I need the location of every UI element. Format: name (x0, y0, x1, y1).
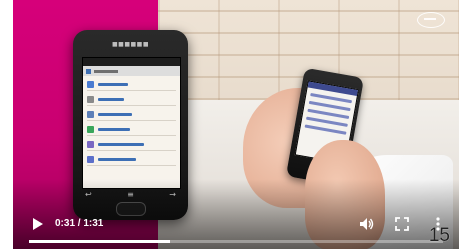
menu-item-label (98, 112, 132, 116)
screen-status-bar (83, 58, 180, 66)
menu-item-label (98, 142, 144, 146)
menu-item-label (98, 97, 124, 101)
menu-item-icon (87, 95, 94, 103)
progress-fill (29, 240, 170, 243)
app-icon (86, 68, 91, 74)
screen-title-bar (94, 69, 118, 73)
progress-bar[interactable] (29, 240, 443, 243)
menu-item-icon (87, 125, 94, 133)
screen-title-row (83, 66, 180, 76)
video-frame[interactable]: ■■■■■■ ↩ ≡ → (13, 0, 459, 249)
fullscreen-icon (395, 217, 409, 231)
menu-item (87, 153, 176, 166)
brand-logo-icon (417, 12, 445, 28)
menu-item-label (98, 127, 130, 131)
menu-item-icon (87, 80, 94, 88)
volume-button[interactable] (359, 216, 375, 232)
menu-item-icon (87, 110, 94, 118)
player-controls: 0:31 / 1:31 (13, 209, 459, 249)
menu-item-label (98, 157, 136, 161)
menu-item (87, 138, 176, 151)
menu-item-icon (87, 140, 94, 148)
fullscreen-button[interactable] (395, 216, 409, 231)
page-counter: 15 (428, 225, 450, 246)
menu-item (87, 78, 176, 91)
volume-icon (360, 218, 374, 230)
phone-screen (82, 57, 181, 189)
play-button[interactable] (31, 217, 45, 231)
time-display: 0:31 / 1:31 (55, 218, 104, 229)
menu-item (87, 108, 176, 121)
menu-item-icon (87, 155, 94, 163)
phone-brand-text: ■■■■■■ (111, 41, 149, 48)
menu-item (87, 123, 176, 136)
play-icon (33, 218, 43, 230)
menu-item (87, 93, 176, 106)
menu-item-label (98, 82, 128, 86)
small-screen-row (304, 124, 347, 135)
